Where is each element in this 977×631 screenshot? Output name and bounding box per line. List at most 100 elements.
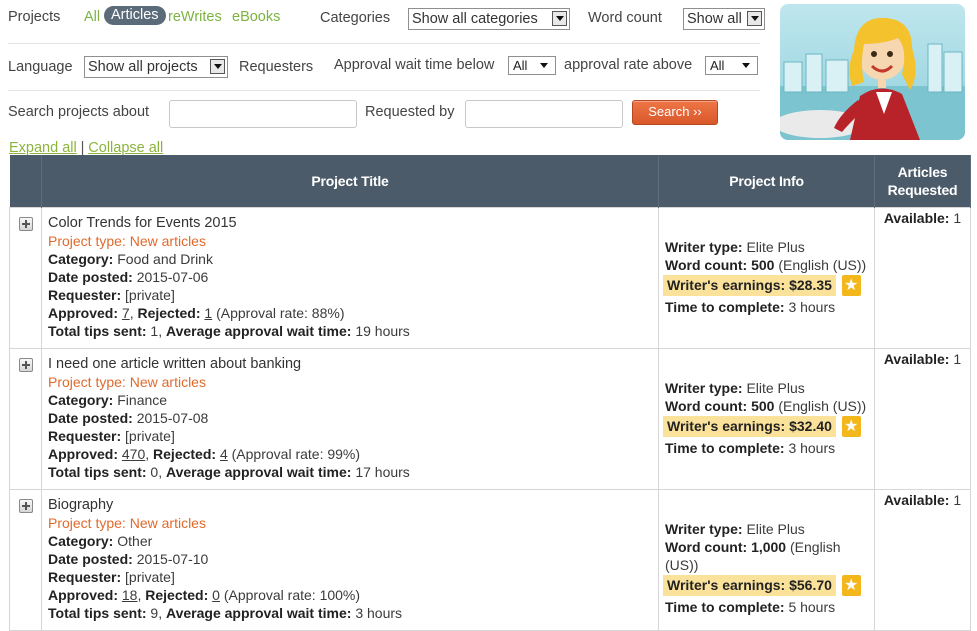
chevron-down-icon: [552, 11, 567, 26]
projects-label: Projects: [8, 9, 61, 25]
requester-line: Requester: [private]: [48, 286, 652, 304]
category-line: Category: Food and Drink: [48, 250, 652, 268]
approved-count-link[interactable]: 18: [122, 587, 138, 603]
rejected-count-link[interactable]: 1: [204, 305, 212, 321]
tab-articles[interactable]: Articles: [104, 6, 166, 25]
writer-type-label: Writer type:: [665, 520, 743, 537]
word-count-line: Word count: 1,000 (English (US)): [665, 538, 868, 574]
wait-label: Average approval wait time:: [166, 322, 352, 339]
wait-value: 19 hours: [355, 322, 410, 339]
approval-line: Approved: 470, Rejected: 4 (Approval rat…: [48, 445, 361, 462]
header-articles-requested[interactable]: Articles Requested: [874, 155, 971, 207]
approval-line: Approved: 7, Rejected: 1 (Approval rate:…: [48, 304, 345, 321]
approval-rate-select[interactable]: All: [705, 56, 758, 75]
rejected-count-link[interactable]: 4: [220, 446, 228, 462]
available-value: 1: [953, 209, 962, 226]
approved-count-link[interactable]: 470: [122, 446, 145, 462]
category-label: Category:: [48, 250, 114, 267]
category-line: Category: Other: [48, 532, 652, 550]
requester-label: Requester:: [48, 427, 122, 444]
requester-value: [private]: [125, 286, 175, 303]
approval-wait-select[interactable]: All: [508, 56, 556, 75]
language-select[interactable]: Show all projects: [84, 56, 228, 78]
available-label: Available:: [883, 350, 950, 367]
tab-all[interactable]: All: [84, 9, 100, 25]
tab-ebooks[interactable]: eBooks: [232, 9, 280, 25]
chevron-down-icon: [747, 11, 762, 26]
star-badge-icon: [841, 574, 861, 596]
requesters-label[interactable]: Requesters: [239, 59, 313, 75]
word-count-select[interactable]: Show all: [683, 8, 765, 30]
table-row[interactable]: Biography Project type: New articles Cat…: [9, 488, 971, 631]
tips-line: Total tips sent: 9, Average approval wai…: [48, 604, 652, 622]
date-label: Date posted:: [48, 550, 133, 567]
requested-by-input[interactable]: [465, 100, 623, 128]
tips-value: 9,: [150, 604, 163, 621]
rejected-label: Rejected:: [145, 586, 209, 603]
expand-cell: [9, 488, 42, 631]
earnings-badge: Writer's earnings: $56.70: [663, 574, 836, 596]
date-value: 2015-07-08: [136, 409, 209, 426]
divider: [8, 90, 760, 91]
search-button[interactable]: Search ››: [632, 100, 718, 125]
earnings-value: $32.40: [789, 417, 832, 434]
chevron-down-icon: [210, 59, 225, 74]
requester-line: Requester: [private]: [48, 427, 652, 445]
tips-line: Total tips sent: 1, Average approval wai…: [48, 322, 652, 340]
wait-value: 17 hours: [355, 463, 410, 480]
chevron-down-icon: [742, 63, 750, 68]
header-project-title[interactable]: Project Title: [41, 155, 659, 207]
writer-type-line: Writer type: Elite Plus: [665, 520, 868, 538]
approval-line: Approved: 18, Rejected: 0 (Approval rate…: [48, 586, 361, 603]
project-title[interactable]: Color Trends for Events 2015: [48, 214, 652, 232]
approval-rate-value: 99%): [327, 445, 361, 462]
date-label: Date posted:: [48, 268, 133, 285]
expand-cell: [9, 206, 42, 349]
date-value: 2015-07-10: [136, 550, 209, 567]
articles-requested-cell: Available: 1: [874, 488, 971, 631]
chevron-down-icon: [540, 63, 548, 68]
star-badge-icon: [841, 274, 861, 296]
collapse-all-link[interactable]: Collapse all: [88, 140, 163, 156]
category-line: Category: Finance: [48, 391, 652, 409]
project-title[interactable]: I need one article written about banking: [48, 355, 652, 373]
plus-box-icon[interactable]: [18, 498, 33, 513]
project-info-cell: Writer type: Elite Plus Word count: 500 …: [658, 347, 875, 490]
plus-box-icon[interactable]: [18, 216, 33, 231]
earnings-line: Writer's earnings: $56.70: [663, 574, 868, 596]
approved-count-link[interactable]: 7: [122, 305, 130, 321]
table-row[interactable]: Color Trends for Events 2015 Project typ…: [9, 206, 971, 349]
writer-type-value: Elite Plus: [746, 379, 805, 396]
approval-rate-value: 88%): [311, 304, 345, 321]
project-title[interactable]: Biography: [48, 496, 652, 514]
tab-rewrites[interactable]: reWrites: [168, 9, 222, 25]
table-row[interactable]: I need one article written about banking…: [9, 347, 971, 490]
earnings-value: $28.35: [789, 276, 832, 293]
search-input[interactable]: [169, 100, 357, 128]
expand-all-link[interactable]: Expand all: [9, 140, 77, 156]
category-label: Category:: [48, 391, 114, 408]
approval-rate-select-value: All: [710, 58, 725, 73]
category-label: Category:: [48, 532, 114, 549]
project-type-line: Project type: New articles: [48, 514, 652, 532]
tips-label: Total tips sent:: [48, 322, 147, 339]
plus-box-icon[interactable]: [18, 357, 33, 372]
tips-line: Total tips sent: 0, Average approval wai…: [48, 463, 652, 481]
project-info-cell: Writer type: Elite Plus Word count: 1,00…: [658, 488, 875, 631]
word-count-label: Word count:: [665, 397, 748, 414]
approved-label: Approved:: [48, 445, 118, 462]
time-value: 5 hours: [788, 598, 836, 615]
earnings-badge: Writer's earnings: $28.35: [663, 274, 836, 296]
project-title-cell: Biography Project type: New articles Cat…: [41, 488, 659, 631]
articles-requested-cell: Available: 1: [874, 206, 971, 349]
word-count-label: Word count:: [665, 256, 748, 273]
rejected-count-link[interactable]: 0: [212, 587, 220, 603]
project-type-label: Project type:: [48, 232, 126, 249]
rejected-label: Rejected:: [153, 445, 217, 462]
time-label: Time to complete:: [665, 298, 785, 315]
categories-select[interactable]: Show all categories: [408, 8, 570, 30]
project-title-cell: Color Trends for Events 2015 Project typ…: [41, 206, 659, 349]
star-badge-icon: [841, 415, 861, 437]
header-project-info[interactable]: Project Info: [658, 155, 875, 207]
category-value: Finance: [117, 391, 168, 408]
